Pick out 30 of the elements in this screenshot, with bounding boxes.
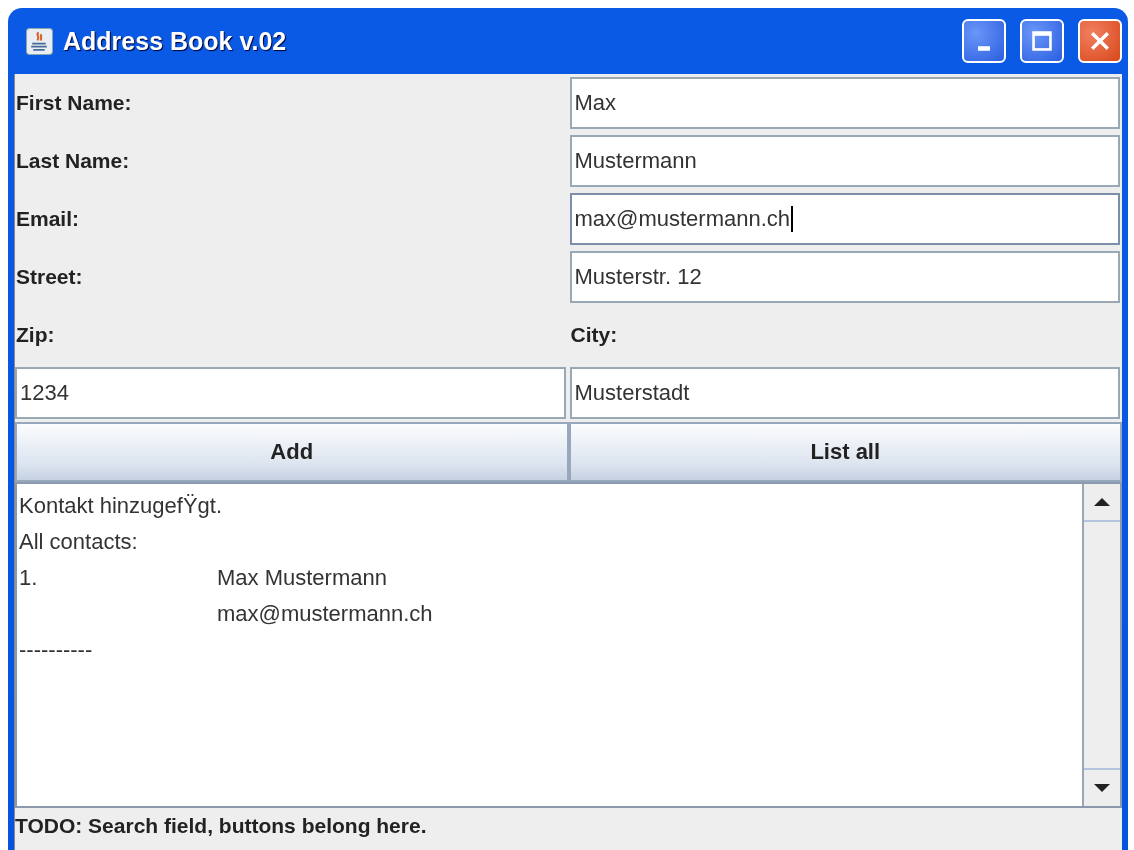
- field-label: Zip:: [15, 323, 56, 347]
- coffee-cup-icon: [26, 27, 53, 55]
- maximize-icon: [1029, 28, 1055, 54]
- minimize-button[interactable]: [962, 19, 1006, 63]
- output-text: All contacts:: [19, 529, 138, 555]
- text-field[interactable]: Musterstr. 12: [569, 251, 1120, 303]
- field-label: Street:: [15, 265, 84, 289]
- action-button[interactable]: List all: [568, 422, 1122, 482]
- status-text: TODO: Search field, buttons belong here.: [15, 813, 428, 839]
- output-text: ----------: [19, 637, 93, 663]
- text-field[interactable]: Max: [569, 77, 1120, 129]
- output-text: Max Mustermann: [217, 565, 387, 591]
- field-label: First Name:: [15, 91, 133, 115]
- entry-number: 1.: [19, 565, 39, 591]
- scroll-bar[interactable]: [1082, 484, 1120, 806]
- minimize-icon: [978, 45, 990, 51]
- text-field[interactable]: Musterstadt: [569, 367, 1120, 419]
- output-text: Kontakt hinzugefŸgt.: [19, 493, 223, 519]
- close-button[interactable]: [1078, 19, 1122, 63]
- text-field[interactable]: 1234: [15, 367, 566, 419]
- text-cursor: [791, 206, 793, 232]
- text-field[interactable]: max@mustermann.ch: [569, 193, 1120, 245]
- maximize-button[interactable]: [1020, 19, 1064, 63]
- window-title: Address Book v.02: [63, 26, 287, 56]
- field-label: Last Name:: [15, 149, 131, 173]
- output-text: max@mustermann.ch: [217, 601, 433, 627]
- field-label: City:: [569, 323, 619, 347]
- field-label: Email:: [15, 207, 81, 231]
- text-field[interactable]: Mustermann: [569, 135, 1120, 187]
- action-button[interactable]: Add: [15, 422, 569, 482]
